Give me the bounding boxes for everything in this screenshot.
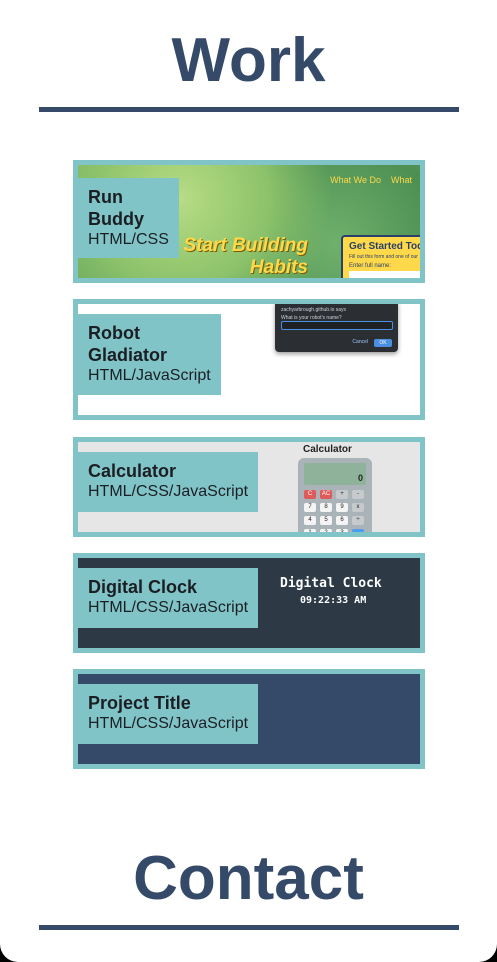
run-buddy-nav-item: What We Do <box>330 175 381 185</box>
project-card-run-buddy[interactable]: What We Do What Start Building Habits Get… <box>73 160 425 283</box>
project-tech: HTML/CSS/JavaScript <box>88 599 249 616</box>
project-tech: HTML/JavaScript <box>88 367 211 384</box>
calculator-key: 6 <box>336 516 348 525</box>
run-buddy-nav: What We Do What <box>320 175 412 185</box>
calculator-key: ÷ <box>352 516 364 525</box>
run-buddy-hero-line: Habits <box>249 257 308 278</box>
project-name: Robot Gladiator <box>88 323 168 365</box>
project-label: Run Buddy HTML/CSS <box>78 178 179 258</box>
project-name: Digital Clock <box>88 577 198 597</box>
project-label: Project Title HTML/CSS/JavaScript <box>78 684 258 744</box>
calculator-key: 4 <box>304 516 316 525</box>
run-buddy-form-input <box>349 271 420 278</box>
project-label: Calculator HTML/CSS/JavaScript <box>78 452 258 512</box>
project-tech: HTML/CSS/JavaScript <box>88 483 249 500</box>
calculator-key: 7 <box>304 503 316 512</box>
calculator-key: x <box>352 503 364 512</box>
project-name: Project Title <box>88 693 191 713</box>
calculator-key: 8 <box>320 503 332 512</box>
project-label: Digital Clock HTML/CSS/JavaScript <box>78 568 258 628</box>
work-divider <box>39 107 459 112</box>
contact-divider <box>39 925 459 930</box>
digital-clock-title: Digital Clock <box>280 576 382 591</box>
dialog-input <box>281 321 393 330</box>
project-card-digital-clock[interactable]: Digital Clock 09:22:33 AM Digital Clock … <box>73 553 425 653</box>
project-tech: HTML/CSS <box>88 231 169 248</box>
calculator-display-value: 0 <box>357 473 363 483</box>
portfolio-page: Work What We Do What Start Building Habit… <box>0 0 497 962</box>
calculator-key: C <box>304 490 316 499</box>
calculator-key: 2 <box>320 529 332 532</box>
run-buddy-hero-text: Start Building Habits <box>178 235 308 278</box>
work-heading: Work <box>171 26 326 95</box>
calculator-key: 1 <box>304 529 316 532</box>
calculator-device: 0 C AC + - 7 8 9 x 4 5 6 ÷ 1 2 3 <box>298 458 372 532</box>
project-name: Calculator <box>88 461 177 481</box>
calculator-key <box>352 529 364 532</box>
calculator-key: 9 <box>336 503 348 512</box>
run-buddy-hero-line: Start Building <box>183 235 308 256</box>
run-buddy-form-label: Enter full name: <box>349 263 392 269</box>
calculator-title: Calculator <box>303 444 352 455</box>
contact-heading: Contact <box>133 844 364 913</box>
digital-clock-time: 09:22:33 AM <box>300 595 367 606</box>
project-card-robot-gladiator[interactable]: zachyarbrough.github.io says What is you… <box>73 299 425 420</box>
calculator-key: AC <box>320 490 332 499</box>
project-card-project-title[interactable]: Project Title HTML/CSS/JavaScript <box>73 669 425 769</box>
run-buddy-nav-item: What <box>390 175 412 185</box>
run-buddy-signup-form: Get Started Today Fill out this form and… <box>341 235 424 278</box>
project-card-calculator[interactable]: Calculator 0 C AC + - 7 8 9 x 4 5 6 ÷ 1 2 3 Calculator… <box>73 437 425 537</box>
calculator-key: 3 <box>336 529 348 532</box>
calculator-key: - <box>352 490 364 499</box>
dialog-cancel: Cancel <box>352 339 368 345</box>
run-buddy-form-heading: Get Started Today <box>349 241 424 252</box>
project-label: Robot Gladiator HTML/JavaScript <box>78 314 221 395</box>
dialog-title: zachyarbrough.github.io says <box>281 307 347 313</box>
project-name: Run Buddy <box>88 187 144 229</box>
calculator-key: 5 <box>320 516 332 525</box>
dialog-ok: OK <box>374 339 392 347</box>
run-buddy-form-text: Fill out this form and one of our <box>349 254 418 260</box>
project-tech: HTML/CSS/JavaScript <box>88 715 249 732</box>
calculator-key: + <box>336 490 348 499</box>
robot-gladiator-prompt-dialog: zachyarbrough.github.io says What is you… <box>275 304 398 352</box>
calculator-display: 0 <box>304 463 366 485</box>
